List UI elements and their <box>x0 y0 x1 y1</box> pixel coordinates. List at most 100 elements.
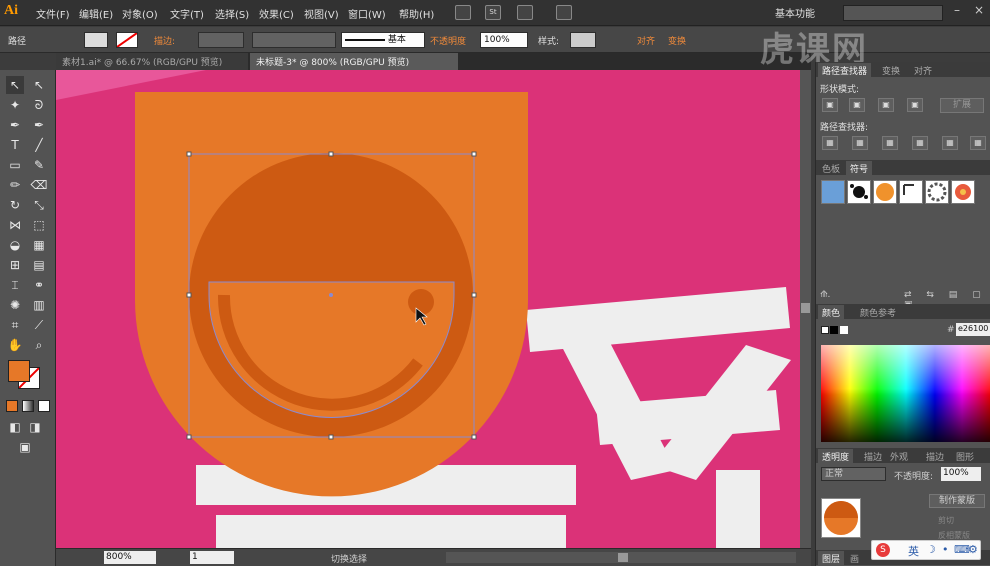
workspace-switcher[interactable]: 基本功能 <box>775 5 815 20</box>
fill-color-box[interactable] <box>8 360 30 382</box>
zoom-field[interactable]: 800% <box>104 551 156 564</box>
column-graph-icon[interactable]: ▥ <box>30 296 48 314</box>
menu-file[interactable]: 文件(F) <box>36 6 70 21</box>
none-mode-icon[interactable] <box>38 400 50 412</box>
zoom-tool-icon[interactable]: ⌕ <box>30 336 48 354</box>
color-mode-icon[interactable] <box>6 400 18 412</box>
selection-tool-icon[interactable]: ↖ <box>6 76 24 94</box>
symbol-flower[interactable] <box>951 180 975 204</box>
scroll-thumb[interactable] <box>801 303 810 313</box>
symbol-orange-button[interactable] <box>873 180 897 204</box>
opacity-input[interactable]: 100% <box>941 467 981 481</box>
tab-artboards[interactable]: 画 <box>846 551 863 566</box>
shape-builder-icon[interactable]: ◒ <box>6 236 24 254</box>
perspective-grid-icon[interactable]: ▦ <box>30 236 48 254</box>
vertical-scrollbar[interactable] <box>800 70 811 548</box>
pencil-tool-icon[interactable]: ✏ <box>6 176 24 194</box>
curvature-tool-icon[interactable]: ✒ <box>30 116 48 134</box>
stock-icon[interactable]: St <box>485 5 501 20</box>
menu-select[interactable]: 选择(S) <box>215 6 249 21</box>
gpu-performance-icon[interactable] <box>556 5 572 20</box>
tab-appearance[interactable]: 外观 <box>886 449 912 464</box>
rectangle-tool-icon[interactable]: ▭ <box>6 156 24 174</box>
tab-transparency[interactable]: 透明度 <box>818 449 854 464</box>
color-black-mini[interactable] <box>830 326 838 334</box>
graphic-style-swatch[interactable] <box>570 32 596 48</box>
symbol-ink-splat[interactable] <box>847 180 871 204</box>
screen-mode-icon[interactable]: ▣ <box>16 438 34 456</box>
direct-selection-tool-icon[interactable]: ↖ <box>30 76 48 94</box>
draw-inside-icon[interactable]: ◨ <box>26 418 44 436</box>
eyedropper-icon[interactable]: ⌶ <box>6 276 24 294</box>
opacity-field[interactable]: 100% <box>480 32 528 48</box>
tab-stroke[interactable]: 描边 <box>860 449 886 464</box>
symbol-gear[interactable] <box>925 180 949 204</box>
line-tool-icon[interactable]: ╱ <box>30 136 48 154</box>
slice-tool-icon[interactable]: ⟋ <box>30 316 48 334</box>
minus-back-icon[interactable]: ▦ <box>970 136 986 150</box>
mesh-tool-icon[interactable]: ⊞ <box>6 256 24 274</box>
unite-icon[interactable]: ▣ <box>822 98 838 112</box>
exclude-icon[interactable]: ▣ <box>907 98 923 112</box>
outline-icon[interactable]: ▦ <box>942 136 958 150</box>
artboard-tool-icon[interactable]: ⌗ <box>6 316 24 334</box>
hand-tool-icon[interactable]: ✋ <box>6 336 24 354</box>
menu-object[interactable]: 对象(O) <box>122 6 158 21</box>
paintbrush-icon[interactable]: ✎ <box>30 156 48 174</box>
ime-toolbar[interactable]: S 英 ☽ • ⌨ ⚙ <box>871 540 981 560</box>
tab-untitled[interactable]: 未标题-3* @ 800% (RGB/GPU 预览) <box>250 53 458 70</box>
menu-view[interactable]: 视图(V) <box>304 6 339 21</box>
tab-color-guide[interactable]: 颜色参考 <box>856 305 900 320</box>
tab-pathfinder[interactable]: 路径查找器 <box>818 63 872 78</box>
width-tool-icon[interactable]: ⋈ <box>6 216 24 234</box>
scale-tool-icon[interactable]: ⤡ <box>30 196 48 214</box>
lasso-icon[interactable]: ᘐ <box>30 96 48 114</box>
tab-layers[interactable]: 图层 <box>818 551 845 566</box>
color-fill-mini[interactable] <box>821 326 829 334</box>
stroke-swatch[interactable] <box>116 32 138 48</box>
opacity-label[interactable]: 不透明度 <box>430 34 466 47</box>
blend-tool-icon[interactable]: ⚭ <box>30 276 48 294</box>
type-tool-icon[interactable]: T <box>6 136 24 154</box>
tab-graphic-styles[interactable]: 图形 <box>952 449 978 464</box>
arrange-documents-icon[interactable] <box>517 5 533 20</box>
trim-icon[interactable]: ▦ <box>852 136 868 150</box>
ime-settings-icon[interactable]: ⚙ <box>968 543 978 556</box>
ime-punctuation-icon[interactable]: • <box>942 543 949 556</box>
brush-definition-dropdown[interactable]: 基本 <box>341 32 425 48</box>
color-white-mini[interactable] <box>840 326 848 334</box>
eraser-icon[interactable]: ⌫ <box>30 176 48 194</box>
crop-icon[interactable]: ▦ <box>912 136 928 150</box>
minus-front-icon[interactable]: ▣ <box>849 98 865 112</box>
menu-effect[interactable]: 效果(C) <box>259 6 294 21</box>
variable-width-dropdown[interactable] <box>252 32 336 48</box>
clip-checkbox-label[interactable]: 剪切 <box>938 515 954 526</box>
magic-wand-icon[interactable]: ✦ <box>6 96 24 114</box>
menu-window[interactable]: 窗口(W) <box>348 6 386 21</box>
rotate-tool-icon[interactable]: ↻ <box>6 196 24 214</box>
ime-moon-icon[interactable]: ☽ <box>926 543 936 556</box>
minimize-icon[interactable]: – <box>950 3 964 17</box>
tab-stroke-2[interactable]: 描边 <box>922 449 948 464</box>
stroke-label[interactable]: 描边: <box>154 34 175 47</box>
align-label[interactable]: 对齐 <box>637 34 655 47</box>
menu-type[interactable]: 文字(T) <box>170 6 204 21</box>
make-mask-button[interactable]: 制作蒙版 <box>929 494 985 508</box>
bridge-icon[interactable] <box>455 5 471 20</box>
tab-align[interactable]: 对齐 <box>910 63 936 78</box>
symbol-corner[interactable] <box>899 180 923 204</box>
ime-language[interactable]: 英 <box>908 543 919 559</box>
pen-tool-icon[interactable]: ✒ <box>6 116 24 134</box>
symbol-blue-bar[interactable] <box>821 180 845 204</box>
hscroll-thumb[interactable] <box>618 553 628 562</box>
fill-swatch[interactable] <box>84 32 108 48</box>
expand-button[interactable]: 扩展 <box>940 98 984 113</box>
tab-transform[interactable]: 变换 <box>878 63 904 78</box>
tab-symbols[interactable]: 符号 <box>846 161 873 176</box>
intersect-icon[interactable]: ▣ <box>878 98 894 112</box>
status-text[interactable]: 切换选择 <box>331 552 367 565</box>
help-search-input[interactable] <box>843 5 943 21</box>
stroke-weight-field[interactable] <box>198 32 244 48</box>
blend-mode-dropdown[interactable]: 正常 <box>821 467 886 481</box>
hex-input[interactable]: e26100 <box>956 323 990 336</box>
